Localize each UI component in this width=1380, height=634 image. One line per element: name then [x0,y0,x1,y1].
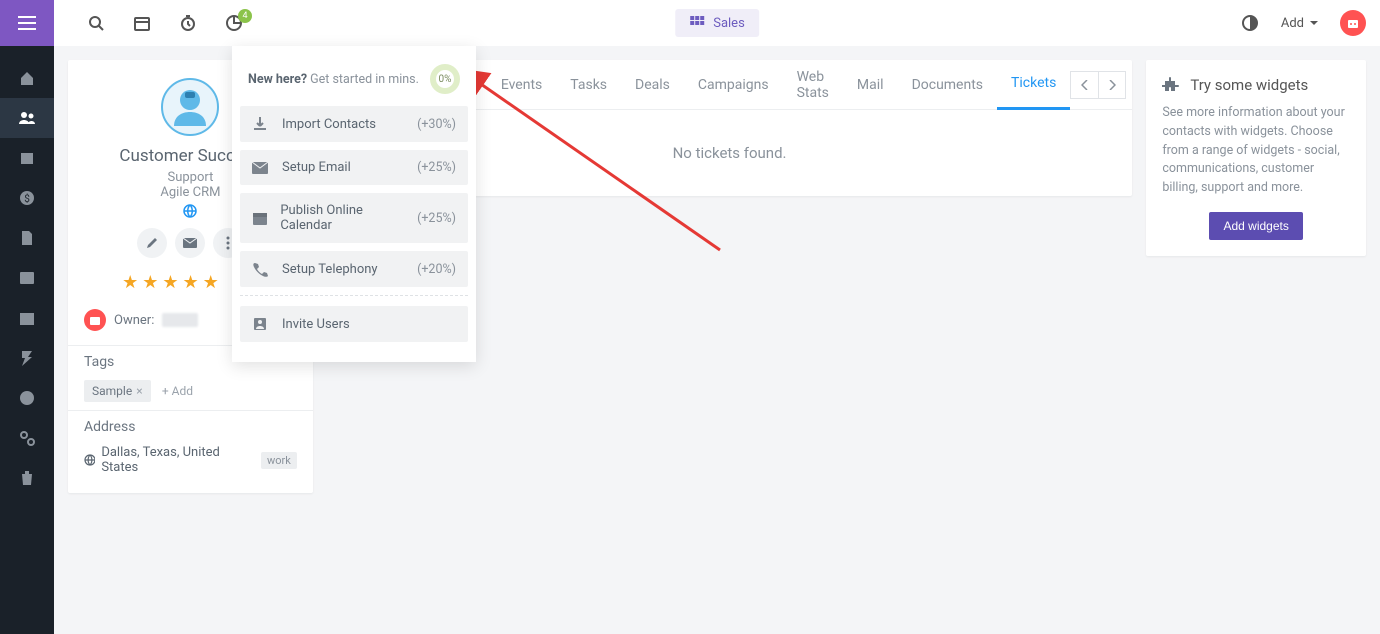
dropdown-item-label: Publish Online Calendar [280,203,405,233]
tab-events[interactable]: Events [487,60,556,110]
hamburger-icon [18,16,36,30]
dropdown-item-pct: (+25%) [417,211,456,226]
sales-switcher[interactable]: Sales [675,9,759,37]
sidebar-item-documents[interactable] [0,218,54,258]
sidebar-item-companies[interactable] [0,138,54,178]
owner-label: Owner: [114,313,154,328]
onboarding-dropdown: New here? Get started in mins. 0% Import… [232,46,476,362]
sidebar-item-calendar[interactable] [0,298,54,338]
tab-prev-button[interactable] [1070,71,1098,99]
sidebar-item-home[interactable] [0,58,54,98]
topbar: 4 Sales Add [54,0,1380,46]
dropdown-item-label: Setup Telephony [282,262,378,277]
sales-label: Sales [713,16,745,31]
tag-chip[interactable]: Sample × [84,380,151,402]
add-label: Add [1281,16,1304,31]
edit-button[interactable] [137,228,167,258]
progress-pie-icon[interactable]: 4 [226,15,242,31]
tab-web-stats[interactable]: Web Stats [783,60,843,110]
address-value: Dallas, Texas, United States [101,445,251,475]
sidebar: $ [0,46,54,634]
address-label: Address [84,419,297,435]
top-icon-group: 4 [88,15,242,31]
chevron-down-icon [1310,21,1318,26]
dropdown-header-text: New here? Get started in mins. [248,72,419,87]
dropdown-item-pct: (+25%) [417,160,456,175]
sidebar-item-forms[interactable] [0,258,54,298]
grid-icon [689,15,705,31]
email-button[interactable] [175,228,205,258]
hamburger-menu[interactable] [0,0,54,46]
robot-icon [1345,15,1361,31]
calendar-icon[interactable] [134,15,150,31]
add-widgets-button[interactable]: Add widgets [1209,212,1302,240]
widgets-title: Try some widgets [1190,76,1308,94]
topbar-right: Add [1241,10,1366,36]
tab-documents[interactable]: Documents [898,60,997,110]
puzzle-icon [1162,76,1180,94]
tab-tasks[interactable]: Tasks [556,60,621,110]
add-menu[interactable]: Add [1281,16,1318,31]
dropdown-item-invite-users[interactable]: Invite Users [240,306,468,342]
owner-avatar [84,309,106,331]
star-icon: ★ [203,272,219,293]
timer-icon[interactable] [180,15,196,31]
pie-badge: 4 [238,9,252,23]
dropdown-item-setup-telephony[interactable]: Setup Telephony (+20%) [240,251,468,287]
dropdown-item-pct: (+30%) [417,117,456,132]
widgets-card: Try some widgets See more information ab… [1146,60,1366,256]
progress-value: 0% [439,74,452,85]
dropdown-item-label: Setup Email [282,160,351,175]
dropdown-item-label: Invite Users [282,317,350,332]
tags-row: Sample × + Add [84,380,297,402]
mail-icon [252,162,270,174]
widgets-text: See more information about your contacts… [1162,104,1350,198]
widgets-title-row: Try some widgets [1162,76,1350,94]
tab-nav [1070,71,1126,99]
calendar-icon [252,210,268,226]
dropdown-item-import-contacts[interactable]: Import Contacts (+30%) [240,106,468,142]
user-icon [252,316,270,332]
dropdown-item-pct: (+20%) [417,262,456,277]
contrast-icon[interactable] [1241,14,1259,32]
address-row: Dallas, Texas, United States work [84,445,297,475]
sidebar-item-activities[interactable] [0,338,54,378]
tag-text: Sample [92,384,132,398]
star-icon: ★ [142,272,158,293]
dropdown-item-label: Import Contacts [282,117,376,132]
star-icon: ★ [162,272,178,293]
sidebar-item-reports[interactable] [0,378,54,418]
star-icon: ★ [122,272,138,293]
phone-icon [252,261,270,277]
dropdown-item-publish-calendar[interactable]: Publish Online Calendar (+25%) [240,193,468,243]
tab-campaigns[interactable]: Campaigns [684,60,783,110]
star-icon: ★ [182,272,198,293]
tab-tickets[interactable]: Tickets [997,60,1070,110]
contact-avatar [161,78,219,136]
globe-icon [84,454,95,466]
tag-remove-icon[interactable]: × [136,384,142,398]
dropdown-header: New here? Get started in mins. 0% [240,58,468,106]
tab-mail[interactable]: Mail [843,60,898,110]
sidebar-item-deals[interactable]: $ [0,178,54,218]
add-tag-button[interactable]: + Add [162,384,193,398]
download-icon [252,116,270,132]
sidebar-item-contacts[interactable] [0,98,54,138]
svg-text:$: $ [24,192,30,205]
address-type: work [261,452,297,469]
owner-name-blurred [162,313,198,327]
sidebar-item-settings[interactable] [0,418,54,458]
progress-ring: 0% [430,64,460,94]
user-avatar[interactable] [1340,10,1366,36]
search-icon[interactable] [88,15,104,31]
sidebar-item-trash[interactable] [0,458,54,498]
dropdown-item-setup-email[interactable]: Setup Email (+25%) [240,150,468,185]
tab-deals[interactable]: Deals [621,60,684,110]
tab-next-button[interactable] [1098,71,1126,99]
